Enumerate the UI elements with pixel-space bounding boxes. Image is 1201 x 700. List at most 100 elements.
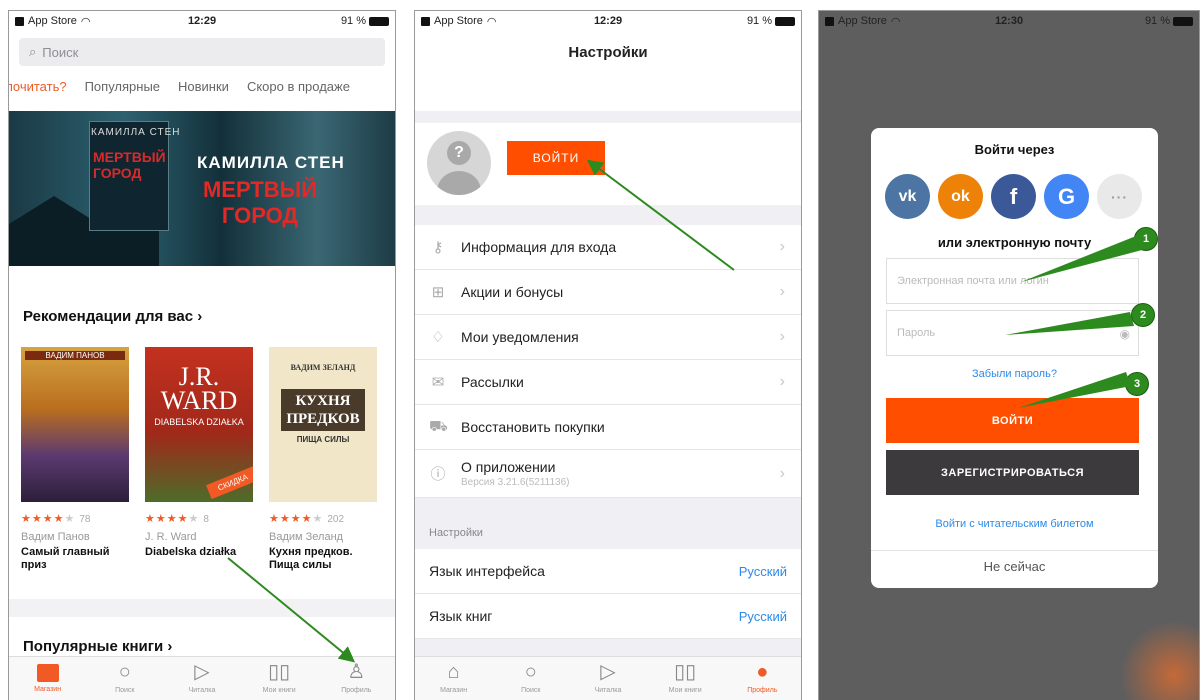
tab-label: Читалка [594, 687, 622, 694]
books-language-row[interactable]: Язык книг Русский [415, 594, 801, 639]
facebook-icon[interactable]: f [991, 174, 1036, 219]
app-version: Версия 3.21.6(5211136) [461, 477, 570, 488]
tab-label: Магазин [440, 687, 468, 694]
google-icon[interactable]: G [1044, 174, 1089, 219]
book-author: Вадим Зеланд [269, 531, 344, 543]
promo-banner[interactable]: КАМИЛЛА СТЕН МЕРТВЫЙ ГОРОД КАМИЛЛА СТЕН … [9, 111, 395, 266]
menu-item-login-info[interactable]: ⚷ Информация для входа › [415, 225, 801, 270]
tab-coming-soon[interactable]: Скоро в продаже [247, 79, 350, 107]
tab-reader[interactable]: ▷ Читалка [172, 661, 232, 694]
book-cover: J.R. WARD DIABELSKA DZIAŁKA СКИДКА [145, 347, 253, 502]
library-card-login-link[interactable]: Войти с читательским билетом [871, 518, 1158, 530]
tab-store[interactable]: Магазин [18, 661, 78, 693]
clock: 12:30 [994, 15, 1024, 27]
tab-what-to-read[interactable]: о почитать? [9, 79, 67, 107]
book-title: Кухня предков. Пища силы [269, 546, 353, 571]
book-card[interactable]: ВАДИМ ПАНОВ ★★★★★ 78 Вадим Панов Самый гл… [21, 347, 129, 572]
eye-icon[interactable]: ◉ [1120, 327, 1130, 341]
tab-label: Мои книги [668, 687, 702, 694]
menu-item-notifications[interactable]: ♢ Мои уведомления › [415, 315, 801, 360]
clock: 12:29 [593, 15, 623, 27]
tab-search[interactable]: ○ Поиск [95, 661, 155, 694]
settings-section-header: Настройки [429, 527, 483, 539]
book-card[interactable]: ВАДИМ ЗЕЛАНД КУХНЯ ПРЕДКОВ ПИЩА СИЛЫ ★★★… [269, 347, 377, 572]
tab-profile[interactable]: ● Профиль [732, 661, 792, 694]
book-cover: ВАДИМ ЗЕЛАНД КУХНЯ ПРЕДКОВ ПИЩА СИЛЫ [269, 347, 377, 502]
tab-label: Магазин [34, 686, 62, 693]
email-placeholder: Электронная почта или логин [897, 275, 1049, 287]
book-author: Вадим Панов [21, 531, 90, 543]
tab-popular[interactable]: Популярные [85, 79, 160, 107]
password-placeholder: Пароль [897, 327, 936, 339]
forgot-password-link[interactable]: Забыли пароль? [871, 368, 1158, 380]
chevron-right-icon: › [779, 464, 785, 482]
divider [871, 550, 1158, 551]
tab-label: Профиль [341, 687, 372, 694]
banner-small-author: КАМИЛЛА СТЕН [91, 127, 181, 138]
tab-label: Читалка [188, 687, 216, 694]
discount-badge: СКИДКА [206, 465, 253, 500]
book-card[interactable]: J.R. WARD DIABELSKA DZIAŁKA СКИДКА ★★★★★… [145, 347, 253, 572]
page-title: Настройки [568, 44, 648, 61]
avatar: ? [427, 131, 491, 195]
email-field[interactable]: Электронная почта или логин [886, 258, 1139, 304]
wifi-icon: ◠ [486, 15, 497, 28]
book-title: Diabelska działka [145, 546, 237, 558]
recommendations-title: Рекомендации для вас [23, 308, 194, 325]
rating-count: 78 [79, 514, 91, 525]
search-input[interactable]: ⌕ Поиск [19, 38, 385, 66]
setting-label: Язык книг [429, 608, 493, 624]
tab-my-books[interactable]: ▯▯ Мои книги [249, 661, 309, 694]
book-cover: ВАДИМ ПАНОВ [21, 347, 129, 502]
banner-title: МЕРТВЫЙ ГОРОД [202, 177, 318, 228]
login-button[interactable]: ВОЙТИ [507, 141, 605, 175]
login-button[interactable]: ВОЙТИ [886, 398, 1139, 443]
settings-menu: ⚷ Информация для входа › ⊞ Акции и бонусы › … [415, 225, 801, 498]
popular-header[interactable]: Популярные книги › [23, 638, 172, 655]
chevron-right-icon: › [779, 328, 785, 345]
cover-author: ВАДИМ ПАНОВ [25, 351, 125, 360]
cover-title: КУХНЯ ПРЕДКОВ [281, 389, 365, 431]
menu-item-about[interactable]: ⓘ О приложении Версия 3.21.6(5211136) › [415, 450, 801, 498]
rating-empty-star: ★ [312, 513, 324, 525]
menu-item-restore-purchases[interactable]: ⛟ Восстановить покупки [415, 405, 801, 450]
vk-icon[interactable]: vk [885, 174, 930, 219]
cover-subtitle: ПИЩА СИЛЫ [296, 435, 350, 444]
app-store-icon [15, 16, 24, 26]
tab-search[interactable]: ○ Поиск [501, 661, 561, 694]
tab-profile[interactable]: ♙ Профиль [326, 661, 386, 694]
interface-language-row[interactable]: Язык интерфейса Русский [415, 549, 801, 594]
carrier-label: App Store [838, 15, 887, 27]
language-settings: Язык интерфейса Русский Язык книг Русский [415, 549, 801, 639]
clock: 12:29 [187, 15, 217, 27]
person-icon: ♙ [347, 661, 366, 683]
login-dialog: Войти через vk ok f G ··· или электронну… [871, 128, 1158, 588]
popular-title: Популярные книги [23, 638, 164, 655]
not-now-button[interactable]: Не сейчас [871, 559, 1158, 574]
search-icon: ○ [524, 661, 537, 683]
dialog-title: Войти через [974, 142, 1055, 157]
tab-reader[interactable]: ▷ Читалка [578, 661, 638, 694]
tab-label: Поиск [521, 687, 541, 694]
more-icon[interactable]: ··· [1097, 174, 1142, 219]
step-marker-2: 2 [1131, 303, 1155, 327]
tab-new[interactable]: Новинки [178, 79, 229, 107]
battery-percent: 91 % [1144, 15, 1171, 27]
tab-my-books[interactable]: ▯▯ Мои книги [655, 661, 715, 694]
tab-label: Профиль [747, 687, 778, 694]
rating-stars: ★★★★ [145, 513, 189, 525]
app-store-icon [825, 16, 834, 26]
store-icon [36, 664, 59, 682]
register-button[interactable]: ЗАРЕГИСТРИРОВАТЬСЯ [886, 450, 1139, 495]
menu-item-promotions[interactable]: ⊞ Акции и бонусы › [415, 270, 801, 315]
social-login-buttons: vk ok f G ··· [885, 174, 1142, 219]
status-bar: App Store ◠ 12:29 91 % [9, 11, 395, 31]
bell-icon: ♢ [431, 329, 445, 346]
tab-store[interactable]: ⌂ Магазин [424, 661, 484, 694]
password-field[interactable]: Пароль ◉ [886, 310, 1139, 356]
odnoklassniki-icon[interactable]: ok [938, 174, 983, 219]
status-bar: App Store ◠ 12:29 91 % [415, 11, 801, 31]
setting-value: Русский [738, 563, 787, 579]
recommendations-header[interactable]: Рекомендации для вас › [23, 308, 202, 325]
menu-item-newsletters[interactable]: ✉ Рассылки › [415, 360, 801, 405]
